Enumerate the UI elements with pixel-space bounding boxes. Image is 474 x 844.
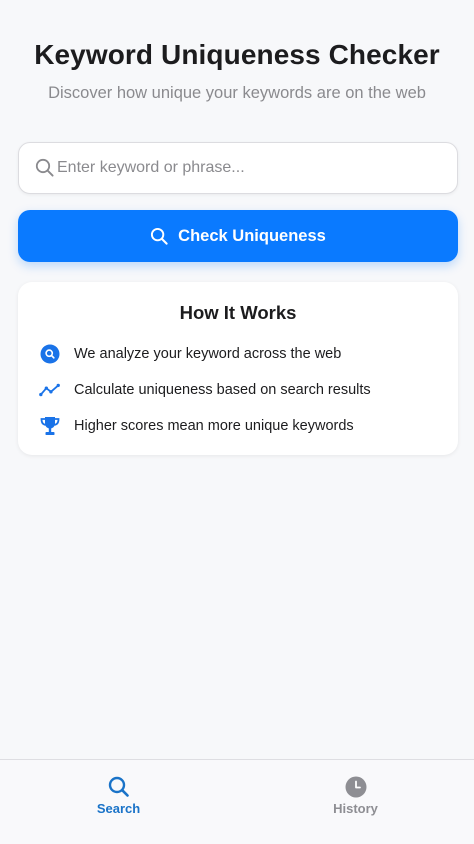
search-icon <box>108 776 129 797</box>
trending-line-icon <box>39 379 61 401</box>
how-it-works-title: How It Works <box>179 302 297 323</box>
page-header: Keyword Uniqueness Checker Discover how … <box>0 0 474 103</box>
trophy-icon <box>39 415 61 437</box>
tab-history[interactable]: History <box>237 760 474 844</box>
check-uniqueness-label: Check Uniqueness <box>178 226 326 245</box>
check-uniqueness-button[interactable]: Check Uniqueness <box>18 210 458 262</box>
step-text: Higher scores mean more unique keywords <box>74 418 354 434</box>
tab-search[interactable]: Search <box>0 760 237 844</box>
page-subtitle: Discover how unique your keywords are on… <box>48 84 426 102</box>
search-icon <box>35 158 54 177</box>
search-input[interactable] <box>57 159 437 177</box>
tab-label: Search <box>96 801 141 816</box>
how-it-works-card: How It Works We analyze your keyword acr… <box>18 282 458 455</box>
search-box[interactable] <box>18 142 458 194</box>
list-item: Higher scores mean more unique keywords <box>18 408 458 444</box>
list-item: We analyze your keyword across the web <box>18 336 458 372</box>
tab-label: History <box>333 801 378 816</box>
search-icon <box>151 227 168 245</box>
step-text: We analyze your keyword across the web <box>74 346 342 362</box>
search-circle-icon <box>39 343 61 365</box>
how-it-works-steps: We analyze your keyword across the web C… <box>18 336 458 444</box>
clock-icon <box>345 776 366 798</box>
tab-bar: Search History <box>0 759 474 844</box>
list-item: Calculate uniqueness based on search res… <box>18 372 458 408</box>
page-title: Keyword Uniqueness Checker <box>34 39 440 70</box>
step-text: Calculate uniqueness based on search res… <box>74 382 371 398</box>
